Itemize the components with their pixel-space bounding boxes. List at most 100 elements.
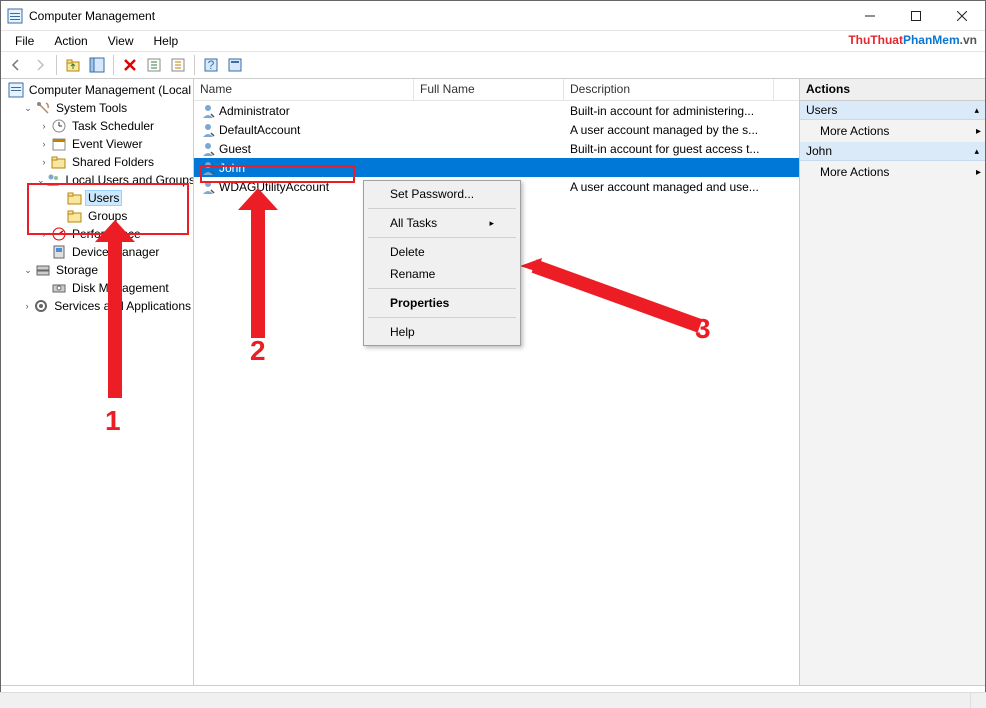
context-menu-item[interactable]: All Tasks▸: [366, 212, 518, 234]
users-icon: [45, 172, 61, 188]
user-name: Guest: [219, 142, 251, 156]
menu-item-label: Help: [390, 325, 415, 339]
tree-item[interactable]: › Shared Folders: [1, 153, 193, 171]
context-menu-item[interactable]: Rename: [366, 263, 518, 285]
svg-text:?: ?: [208, 58, 215, 72]
column-header[interactable]: Description: [564, 79, 774, 100]
chevron-down-icon[interactable]: ⌄: [21, 101, 35, 115]
tree-item[interactable]: Device Manager: [1, 243, 193, 261]
maximize-button[interactable]: [893, 1, 939, 31]
action-item[interactable]: More Actions▸: [800, 120, 985, 142]
mgmt-icon: [8, 82, 24, 98]
tree-item[interactable]: Users: [1, 189, 193, 207]
column-header[interactable]: Name: [194, 79, 414, 100]
tree-item-label: Event Viewer: [70, 137, 144, 151]
refresh-button[interactable]: [143, 54, 165, 76]
spacer: [53, 191, 67, 205]
chevron-right-icon[interactable]: ›: [37, 227, 51, 241]
help-button[interactable]: ?: [200, 54, 222, 76]
tree-item[interactable]: Disk Management: [1, 279, 193, 297]
tree-item[interactable]: ⌄ Storage: [1, 261, 193, 279]
menubar: File Action View Help ThuThuatPhanMem.vn: [1, 31, 985, 51]
action-section-header[interactable]: Users▴: [800, 101, 985, 120]
context-menu-item[interactable]: Properties: [366, 292, 518, 314]
properties-button[interactable]: [224, 54, 246, 76]
delete-button[interactable]: [119, 54, 141, 76]
menu-view[interactable]: View: [98, 33, 144, 49]
minimize-button[interactable]: [847, 1, 893, 31]
context-menu-item[interactable]: Delete: [366, 241, 518, 263]
window-title: Computer Management: [29, 9, 847, 23]
toolbar: ?: [1, 51, 985, 79]
folder-icon: [67, 190, 83, 206]
chevron-right-icon[interactable]: ›: [37, 155, 51, 169]
tree-item[interactable]: › Event Viewer: [1, 135, 193, 153]
menu-separator: [368, 208, 516, 209]
context-menu-item[interactable]: Set Password...: [366, 183, 518, 205]
up-button[interactable]: [62, 54, 84, 76]
user-icon: [200, 141, 216, 157]
chevron-down-icon[interactable]: ⌄: [37, 173, 45, 187]
chevron-right-icon[interactable]: ›: [21, 299, 33, 313]
chevron-down-icon[interactable]: ⌄: [21, 263, 35, 277]
tree-item-label: Task Scheduler: [70, 119, 156, 133]
tree-item-label: Local Users and Groups: [64, 173, 194, 187]
menu-file[interactable]: File: [5, 33, 44, 49]
menu-help[interactable]: Help: [144, 33, 189, 49]
actions-title: Actions: [800, 79, 985, 101]
tree-item-label: Performance: [70, 227, 143, 241]
user-icon: [200, 179, 216, 195]
tree-item-label: Groups: [86, 209, 129, 223]
tree-item-label: Users: [86, 191, 121, 205]
storage-icon: [35, 262, 51, 278]
column-header[interactable]: Full Name: [414, 79, 564, 100]
tree-item[interactable]: › Services and Applications: [1, 297, 193, 315]
folder-icon: [67, 208, 83, 224]
device-icon: [51, 244, 67, 260]
tree-item-label: Computer Management (Local: [27, 83, 193, 97]
action-section-label: Users: [806, 103, 837, 117]
user-icon: [200, 103, 216, 119]
tree-item-label: System Tools: [54, 101, 129, 115]
tree-item[interactable]: ⌄ Local Users and Groups: [1, 171, 193, 189]
context-menu-item[interactable]: Help: [366, 321, 518, 343]
tree-item[interactable]: › Performance: [1, 225, 193, 243]
user-description: Built-in account for guest access t...: [564, 142, 774, 156]
collapse-icon: ▴: [974, 146, 979, 157]
action-item[interactable]: More Actions▸: [800, 161, 985, 183]
tree-item[interactable]: › Task Scheduler: [1, 117, 193, 135]
tree-item-label: Storage: [54, 263, 100, 277]
action-section-header[interactable]: John ▴: [800, 142, 985, 161]
tree-item-label: Device Manager: [70, 245, 161, 259]
show-hide-button[interactable]: [86, 54, 108, 76]
chevron-right-icon[interactable]: ›: [37, 137, 51, 151]
list-row[interactable]: John: [194, 158, 799, 177]
list-header: NameFull NameDescription: [194, 79, 799, 101]
tree-item[interactable]: Groups: [1, 207, 193, 225]
list-row[interactable]: AdministratorBuilt-in account for admini…: [194, 101, 799, 120]
user-description: A user account managed by the s...: [564, 123, 774, 137]
user-name: WDAGUtilityAccount: [219, 180, 329, 194]
tree-item-label: Services and Applications: [52, 299, 193, 313]
tree-item-label: Shared Folders: [70, 155, 156, 169]
app-icon: [7, 8, 23, 24]
list-row[interactable]: Guest Built-in account for guest access t…: [194, 139, 799, 158]
close-button[interactable]: [939, 1, 985, 31]
action-section-label: John: [806, 144, 832, 158]
tree-item[interactable]: ⌄ System Tools: [1, 99, 193, 117]
user-name: John: [219, 161, 245, 175]
menu-action[interactable]: Action: [44, 33, 97, 49]
submenu-arrow-icon: ▸: [489, 218, 494, 229]
user-icon: [200, 160, 216, 176]
export-button[interactable]: [167, 54, 189, 76]
forward-button[interactable]: [29, 54, 51, 76]
menu-separator: [368, 288, 516, 289]
user-description: Built-in account for administering...: [564, 104, 774, 118]
submenu-arrow-icon: ▸: [976, 167, 981, 178]
context-menu: Set Password... All Tasks▸ DeleteRename Pro…: [363, 180, 521, 346]
tree-panel[interactable]: Computer Management (Local⌄System Tools›…: [1, 79, 194, 685]
list-row[interactable]: DefaultAccountA user account managed by …: [194, 120, 799, 139]
chevron-right-icon[interactable]: ›: [37, 119, 51, 133]
tree-item[interactable]: Computer Management (Local: [1, 81, 193, 99]
back-button[interactable]: [5, 54, 27, 76]
